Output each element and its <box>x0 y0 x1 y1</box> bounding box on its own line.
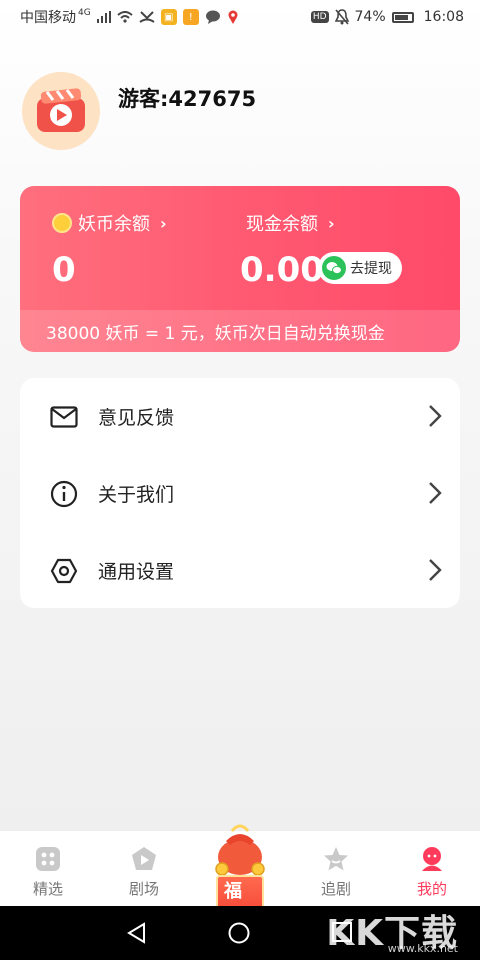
tab-label: 精选 <box>32 880 63 898</box>
menu-item-about[interactable]: 关于我们 <box>20 455 460 532</box>
chevron-right-icon <box>429 482 442 504</box>
chevron-right-icon: › <box>160 213 167 233</box>
profile-icon <box>418 845 446 873</box>
tab-label: 剧场 <box>128 880 159 898</box>
coin-balance-label: 妖币余额 <box>78 214 150 235</box>
tab-mine[interactable]: 我的 <box>384 831 480 906</box>
chat-bubble-icon <box>205 10 220 24</box>
tab-label: 我的 <box>416 880 447 898</box>
tab-welfare[interactable]: 福利 <box>192 824 288 931</box>
chevron-right-icon: › <box>328 213 335 233</box>
star-follow-icon <box>322 845 350 873</box>
settings-hexagon-icon <box>50 557 78 585</box>
cash-balance-link[interactable]: 现金余额 › <box>246 210 335 236</box>
chevron-right-icon <box>429 405 442 427</box>
username: 游客:427675 <box>118 87 257 111</box>
settings-menu: 意见反馈 关于我们 通用设置 <box>20 378 460 608</box>
menu-item-label: 通用设置 <box>98 561 175 583</box>
menu-item-feedback[interactable]: 意见反馈 <box>20 378 460 455</box>
notification-app-icon: ! <box>182 9 199 25</box>
tab-featured[interactable]: 精选 <box>0 831 96 906</box>
network-type: 4G <box>78 8 91 18</box>
withdraw-button[interactable]: 去提现 <box>318 252 402 284</box>
gift-bag-icon <box>215 824 265 876</box>
location-pin-icon <box>228 10 238 24</box>
wallet-card: 妖币余额 › 现金余额 › 0 0.00 去提现 38000 妖币 = 1 元，… <box>20 186 460 352</box>
tab-follow[interactable]: 追剧 <box>288 831 384 906</box>
withdraw-label: 去提现 <box>350 261 392 277</box>
menu-item-settings[interactable]: 通用设置 <box>20 532 460 609</box>
avatar[interactable] <box>22 72 100 150</box>
battery-icon <box>391 11 414 23</box>
clock: 16:08 <box>423 9 464 25</box>
bell-muted-icon <box>334 9 349 25</box>
tab-theater[interactable]: 剧场 <box>96 831 192 906</box>
mail-icon <box>50 403 78 431</box>
menu-item-label: 关于我们 <box>98 484 175 506</box>
coin-balance-value: 0 <box>52 250 76 290</box>
hd-badge: HD <box>310 11 329 23</box>
coin-balance-link[interactable]: 妖币余额 › <box>52 210 167 236</box>
bottom-tab-bar: 精选 剧场 福利 追剧 我的 <box>0 824 480 931</box>
wechat-icon <box>322 256 346 280</box>
tab-label: 追剧 <box>320 880 351 898</box>
menu-item-label: 意见反馈 <box>98 407 175 429</box>
signal-icon <box>96 11 111 23</box>
chevron-right-icon <box>429 559 442 581</box>
exchange-rate-note: 38000 妖币 = 1 元，妖币次日自动兑换现金 <box>20 310 460 352</box>
back-icon[interactable] <box>126 922 148 944</box>
theater-play-icon <box>130 845 158 873</box>
video-clapper-icon <box>37 88 85 132</box>
status-bar: 中国移动 4G ▣ ! HD 74% 16:08 <box>0 0 480 34</box>
wifi-icon <box>117 11 133 23</box>
battery-percent: 74% <box>354 9 386 25</box>
missed-call-icon <box>139 11 155 23</box>
watermark-url: www.kkx.net <box>387 942 458 955</box>
status-bar-left: 中国移动 4G ▣ ! <box>20 7 239 27</box>
tv-app-icon: ▣ <box>160 9 177 25</box>
featured-icon <box>34 845 62 873</box>
info-icon <box>50 480 78 508</box>
home-icon[interactable] <box>228 922 250 944</box>
status-bar-right: HD 74% 16:08 <box>310 9 464 25</box>
carrier-name: 中国移动 <box>20 10 76 26</box>
profile-header[interactable]: 游客:427675 <box>22 72 256 150</box>
cash-balance-label: 现金余额 <box>246 214 318 235</box>
cash-balance-value: 0.00 <box>240 250 324 290</box>
coin-icon <box>52 213 72 233</box>
